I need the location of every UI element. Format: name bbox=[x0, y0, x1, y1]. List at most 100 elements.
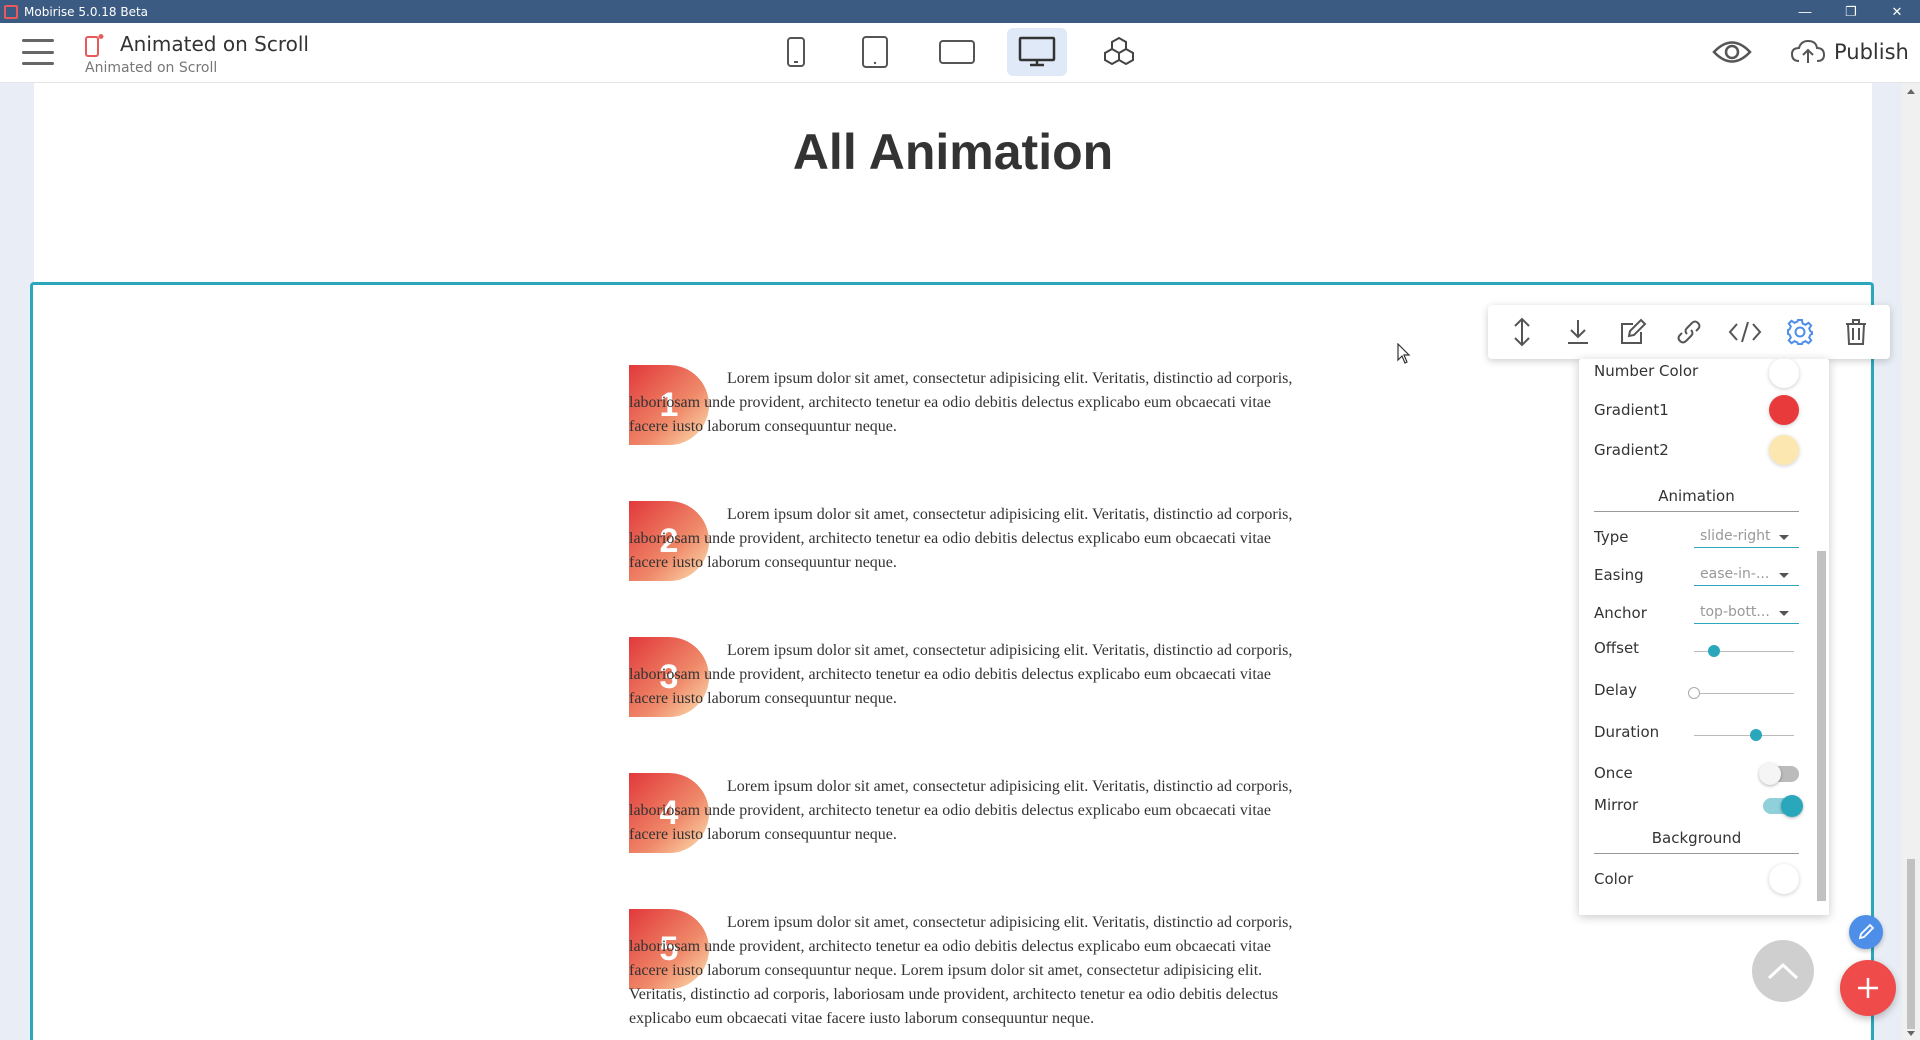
item-text[interactable]: Lorem ipsum dolor sit amet, consectetur … bbox=[629, 911, 1299, 1031]
background-color-row: Color bbox=[1594, 864, 1799, 894]
preview-button[interactable] bbox=[1710, 35, 1754, 69]
link-icon bbox=[1677, 320, 1701, 344]
page-subtitle: Animated on Scroll bbox=[85, 60, 218, 76]
cubes-icon bbox=[1104, 36, 1134, 66]
delete-block-button[interactable] bbox=[1836, 312, 1876, 352]
anchor-label: Anchor bbox=[1594, 604, 1647, 622]
publish-button[interactable]: Publish bbox=[1790, 33, 1909, 71]
window-title: Mobirise 5.0.18 Beta bbox=[24, 4, 149, 19]
device-desktop-button[interactable] bbox=[1007, 28, 1067, 76]
pencil-icon bbox=[1858, 923, 1875, 940]
download-icon bbox=[1567, 320, 1588, 344]
scroll-down-arrow-icon[interactable] bbox=[1907, 1031, 1915, 1036]
offset-slider[interactable] bbox=[1694, 645, 1794, 657]
restore-button[interactable]: ❐ bbox=[1828, 0, 1874, 23]
mirror-toggle[interactable] bbox=[1763, 795, 1803, 817]
block-toolbar bbox=[1488, 305, 1890, 359]
once-row: Once bbox=[1594, 763, 1799, 785]
delay-label: Delay bbox=[1594, 681, 1638, 699]
chevron-down-icon bbox=[1779, 611, 1789, 616]
trash-icon bbox=[1846, 319, 1867, 345]
animation-section-title: Animation bbox=[1594, 487, 1799, 512]
item-text[interactable]: Lorem ipsum dolor sit amet, consectetur … bbox=[629, 503, 1299, 575]
mirror-row: Mirror bbox=[1594, 795, 1803, 817]
background-color-swatch[interactable] bbox=[1769, 864, 1799, 894]
mobile-icon bbox=[787, 37, 805, 67]
easing-label: Easing bbox=[1594, 566, 1644, 584]
scroll-up-arrow-icon[interactable] bbox=[1907, 89, 1915, 94]
gradient2-row: Gradient2 bbox=[1594, 435, 1799, 465]
duration-slider[interactable] bbox=[1694, 729, 1794, 741]
item-text[interactable]: Lorem ipsum dolor sit amet, consectetur … bbox=[629, 775, 1299, 847]
page-scrollbar-thumb[interactable] bbox=[1907, 859, 1915, 1029]
gradient1-swatch[interactable] bbox=[1769, 395, 1799, 425]
background-color-label: Color bbox=[1594, 870, 1634, 888]
easing-select[interactable]: ease-in-... bbox=[1694, 566, 1799, 586]
scroll-top-button[interactable] bbox=[1752, 940, 1814, 1002]
gear-icon bbox=[1787, 319, 1814, 345]
chevron-down-icon bbox=[1779, 535, 1789, 540]
menu-icon[interactable] bbox=[22, 39, 54, 65]
panel-scrollbar[interactable] bbox=[1817, 373, 1826, 903]
type-row: Type slide-right bbox=[1594, 528, 1799, 548]
block-settings-panel: Number Color Gradient1 Gradient2 Animati… bbox=[1579, 359, 1829, 915]
cloud-upload-icon bbox=[1790, 39, 1826, 63]
extensions-button[interactable] bbox=[1089, 28, 1149, 76]
window-titlebar: Mobirise 5.0.18 Beta — ❐ ✕ bbox=[0, 0, 1920, 23]
easing-row: Easing ease-in-... bbox=[1594, 566, 1799, 586]
add-block-button[interactable] bbox=[1840, 960, 1896, 1016]
delay-slider[interactable] bbox=[1688, 687, 1794, 699]
chevron-down-icon bbox=[1779, 573, 1789, 578]
type-select[interactable]: slide-right bbox=[1694, 528, 1799, 548]
item-text[interactable]: Lorem ipsum dolor sit amet, consectetur … bbox=[629, 639, 1299, 711]
settings-block-button[interactable] bbox=[1780, 312, 1820, 352]
edit-mode-button[interactable] bbox=[1849, 915, 1883, 949]
type-value: slide-right bbox=[1700, 528, 1771, 544]
number-color-row: Number Color bbox=[1594, 359, 1799, 388]
page-title: Animated on Scroll bbox=[120, 32, 309, 56]
number-color-label: Number Color bbox=[1594, 362, 1699, 380]
app-logo-icon bbox=[4, 4, 18, 19]
toggle-thumb bbox=[1781, 795, 1803, 817]
once-label: Once bbox=[1594, 764, 1633, 782]
plus-icon bbox=[1858, 978, 1878, 998]
device-mobile-button[interactable] bbox=[766, 28, 826, 76]
close-button[interactable]: ✕ bbox=[1874, 0, 1920, 23]
gradient2-swatch[interactable] bbox=[1769, 435, 1799, 465]
gradient1-row: Gradient1 bbox=[1594, 395, 1799, 425]
page-scrollbar[interactable] bbox=[1902, 83, 1920, 1040]
duration-label: Duration bbox=[1594, 723, 1660, 741]
once-toggle[interactable] bbox=[1759, 763, 1799, 785]
chevron-up-icon bbox=[1767, 962, 1799, 980]
edit-icon bbox=[1621, 318, 1647, 344]
mirror-label: Mirror bbox=[1594, 796, 1639, 814]
link-block-button[interactable] bbox=[1669, 312, 1709, 352]
slider-knob[interactable] bbox=[1708, 645, 1720, 657]
offset-row: Offset bbox=[1594, 639, 1799, 657]
type-label: Type bbox=[1594, 528, 1629, 546]
number-color-swatch[interactable] bbox=[1769, 359, 1799, 388]
anchor-value: top-bott... bbox=[1700, 604, 1770, 620]
move-block-button[interactable] bbox=[1502, 312, 1542, 352]
minimize-button[interactable]: — bbox=[1782, 0, 1828, 23]
easing-value: ease-in-... bbox=[1700, 566, 1770, 582]
toggle-thumb bbox=[1759, 763, 1781, 785]
panel-scrollbar-thumb[interactable] bbox=[1817, 551, 1826, 901]
slider-knob[interactable] bbox=[1688, 687, 1700, 699]
edit-block-button[interactable] bbox=[1613, 312, 1653, 352]
item-text[interactable]: Lorem ipsum dolor sit amet, consectetur … bbox=[629, 367, 1299, 439]
desktop-icon bbox=[1018, 36, 1056, 67]
delay-row: Delay bbox=[1594, 681, 1799, 699]
device-tablet-button[interactable] bbox=[845, 28, 905, 76]
tablet-landscape-icon bbox=[939, 40, 975, 64]
code-block-button[interactable] bbox=[1725, 312, 1765, 352]
page-heading[interactable]: All Animation bbox=[34, 123, 1872, 181]
editor-toolbar: Animated on Scroll Animated on Scroll Pu… bbox=[0, 23, 1920, 83]
eye-icon bbox=[1712, 41, 1752, 63]
save-block-button[interactable] bbox=[1558, 312, 1598, 352]
mouse-cursor-icon bbox=[1397, 343, 1411, 364]
anchor-select[interactable]: top-bott... bbox=[1694, 604, 1799, 624]
device-tablet-landscape-button[interactable] bbox=[927, 28, 987, 76]
slider-knob[interactable] bbox=[1750, 729, 1762, 741]
gradient1-label: Gradient1 bbox=[1594, 401, 1669, 419]
